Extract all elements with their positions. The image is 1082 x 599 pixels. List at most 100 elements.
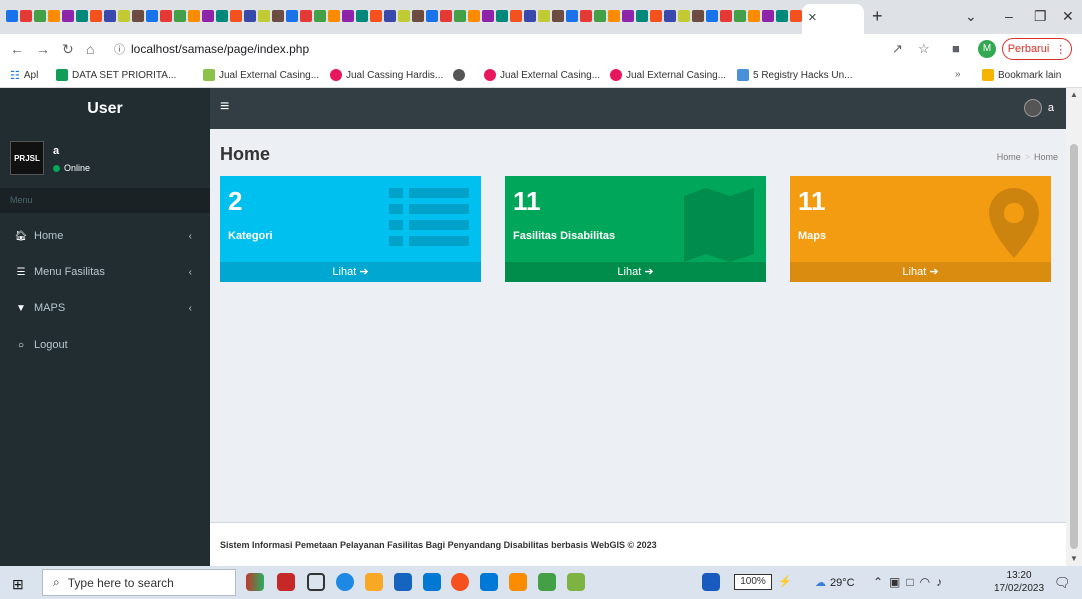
other-bookmarks[interactable]: Bookmark lain	[982, 69, 1061, 81]
maximize-icon[interactable]: ❐	[1034, 8, 1047, 25]
tab-favicon[interactable]	[454, 10, 466, 22]
sidebar-item-home[interactable]: 🏠︎ Home ‹	[0, 220, 210, 252]
app-icon[interactable]	[277, 573, 295, 591]
tab-favicon[interactable]	[48, 10, 60, 22]
user-menu[interactable]: a	[1023, 99, 1054, 117]
tab-favicon[interactable]	[174, 10, 186, 22]
minimize-icon[interactable]: –	[1005, 8, 1013, 24]
bookmark-apps[interactable]: ☷ Apl	[10, 69, 38, 82]
tab-favicon[interactable]	[706, 10, 718, 22]
tab-favicon[interactable]	[62, 10, 74, 22]
box-footer-link[interactable]: Lihat ➔	[790, 262, 1051, 282]
tab-favicon[interactable]	[244, 10, 256, 22]
xampp-icon[interactable]	[509, 573, 527, 591]
bookmark-item[interactable]	[453, 69, 465, 81]
home-browser-icon[interactable]: ⌂	[86, 41, 94, 57]
tab-favicon[interactable]	[608, 10, 620, 22]
tab-favicon[interactable]	[76, 10, 88, 22]
tab-search-icon[interactable]: ⌄	[965, 8, 977, 25]
system-tray[interactable]: ⌃▣□◠♪	[873, 575, 948, 589]
tab-favicon[interactable]	[594, 10, 606, 22]
tab-favicon[interactable]	[538, 10, 550, 22]
tab-favicon[interactable]	[34, 10, 46, 22]
tab-favicon[interactable]	[762, 10, 774, 22]
vscode-icon[interactable]	[480, 573, 498, 591]
tab-favicon[interactable]	[496, 10, 508, 22]
tab-favicon[interactable]	[118, 10, 130, 22]
tab-close-icon[interactable]: ×	[808, 9, 817, 26]
back-icon[interactable]: ←	[10, 41, 24, 57]
tab-favicon[interactable]	[6, 10, 18, 22]
tab-favicon[interactable]	[202, 10, 214, 22]
edge-icon[interactable]	[336, 573, 354, 591]
tab-favicon[interactable]	[20, 10, 32, 22]
tab-favicon[interactable]	[524, 10, 536, 22]
tab-favicon[interactable]	[258, 10, 270, 22]
scroll-up-icon[interactable]: ▲	[1070, 90, 1078, 99]
chrome-icon[interactable]	[451, 573, 469, 591]
mail-icon[interactable]	[423, 573, 441, 591]
box-footer-link[interactable]: Lihat ➔	[505, 262, 766, 282]
tab-favicon[interactable]	[216, 10, 228, 22]
bookmark-item[interactable]: 5 Registry Hacks Un...	[737, 69, 852, 81]
tab-favicon[interactable]	[678, 10, 690, 22]
tab-favicon[interactable]	[510, 10, 522, 22]
forward-icon[interactable]: →	[36, 41, 50, 57]
tab-favicon[interactable]	[314, 10, 326, 22]
tab-favicon[interactable]	[426, 10, 438, 22]
tab-favicon[interactable]	[342, 10, 354, 22]
store-icon[interactable]	[394, 573, 412, 591]
tab-favicon[interactable]	[552, 10, 564, 22]
tab-favicon[interactable]	[188, 10, 200, 22]
bookmark-item[interactable]: Jual External Casing...	[203, 69, 319, 81]
sidebar-item-logout[interactable]: ○ Logout	[0, 329, 210, 361]
tab-favicon[interactable]	[412, 10, 424, 22]
bookmark-item[interactable]: Jual External Casing...	[610, 69, 726, 81]
tab-favicon[interactable]	[566, 10, 578, 22]
sidepanel-icon[interactable]: ■	[952, 41, 960, 56]
sidebar-item-maps[interactable]: ▼ MAPS ‹	[0, 292, 210, 324]
tab-favicon[interactable]	[370, 10, 382, 22]
file-explorer-icon[interactable]	[365, 573, 383, 591]
breadcrumb-home[interactable]: Home	[997, 152, 1021, 162]
hamburger-menu-icon[interactable]: ≡	[220, 98, 229, 116]
app-icon[interactable]	[567, 573, 585, 591]
scroll-thumb[interactable]	[1070, 144, 1078, 549]
tab-favicon[interactable]	[272, 10, 284, 22]
tab-favicon[interactable]	[398, 10, 410, 22]
tab-favicon[interactable]	[482, 10, 494, 22]
tab-favicon[interactable]	[384, 10, 396, 22]
share-icon[interactable]: ↗	[892, 41, 903, 57]
tab-favicon[interactable]	[734, 10, 746, 22]
word-icon[interactable]	[702, 573, 720, 591]
tab-favicon[interactable]	[580, 10, 592, 22]
info-icon[interactable]: ⓘ	[114, 41, 125, 57]
app-icon[interactable]	[246, 573, 264, 591]
profile-avatar[interactable]: M	[978, 40, 996, 58]
tab-favicon[interactable]	[440, 10, 452, 22]
tab-favicon[interactable]	[286, 10, 298, 22]
bookmark-star-icon[interactable]: ☆	[918, 41, 930, 57]
tab-favicon[interactable]	[328, 10, 340, 22]
tab-favicon[interactable]	[650, 10, 662, 22]
tab-favicon[interactable]	[356, 10, 368, 22]
task-view-icon[interactable]	[307, 573, 325, 591]
reload-icon[interactable]: ↻	[62, 41, 74, 58]
tab-favicon[interactable]	[146, 10, 158, 22]
battery-indicator[interactable]: 100%	[734, 574, 772, 590]
tab-favicon[interactable]	[720, 10, 732, 22]
clock[interactable]: 13:20 17/02/2023	[994, 569, 1044, 595]
notification-icon[interactable]: 🗨︎	[1054, 575, 1071, 591]
bookmark-item[interactable]: Jual External Casing...	[484, 69, 600, 81]
new-tab-button[interactable]: +	[872, 6, 883, 27]
bookmark-item[interactable]: DATA SET PRIORITA...	[56, 69, 176, 81]
taskbar-search[interactable]: ⌕ Type here to search	[42, 569, 236, 596]
bookmarks-overflow-icon[interactable]: »	[955, 69, 961, 80]
tab-favicon[interactable]	[776, 10, 788, 22]
tab-favicon[interactable]	[90, 10, 102, 22]
tab-favicon[interactable]	[104, 10, 116, 22]
scroll-down-icon[interactable]: ▼	[1070, 554, 1078, 563]
box-footer-link[interactable]: Lihat ➔	[220, 262, 481, 282]
sidebar-item-menu-fasilitas[interactable]: ☰ Menu Fasilitas ‹	[0, 256, 210, 288]
tab-favicon[interactable]	[748, 10, 760, 22]
